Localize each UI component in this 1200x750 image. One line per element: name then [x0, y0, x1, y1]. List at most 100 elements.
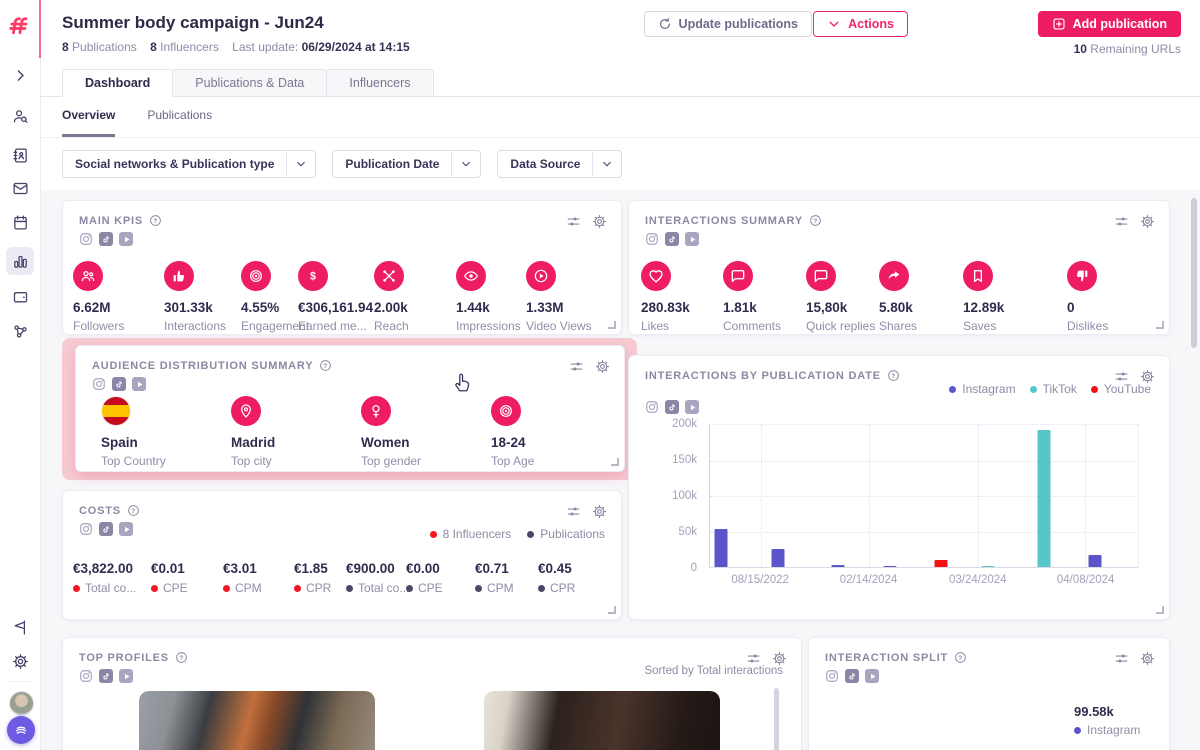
sliders-icon[interactable] — [746, 651, 761, 666]
profile-photo[interactable] — [484, 691, 720, 750]
tab-publications-data[interactable]: Publications & Data — [172, 69, 328, 97]
profile-photo[interactable] — [139, 691, 375, 750]
kpi-interactions: 301.33k Interactions — [164, 261, 226, 333]
youtube-icon[interactable] — [865, 669, 879, 683]
chevron-down-icon — [592, 151, 621, 177]
tiktok-icon[interactable] — [112, 377, 126, 391]
instagram-icon[interactable] — [92, 377, 106, 391]
tiktok-icon[interactable] — [665, 400, 679, 414]
resize-handle[interactable] — [611, 458, 619, 466]
help-icon[interactable] — [149, 214, 162, 227]
cost-total-publications: €900.00 Total co... — [346, 561, 410, 595]
chart-bar-instagram[interactable] — [883, 565, 897, 567]
tiktok-icon[interactable] — [99, 669, 113, 683]
filter-data-source[interactable]: Data Source — [497, 150, 623, 178]
chart-bar-instagram[interactable] — [831, 564, 845, 567]
network-filter-icons — [79, 522, 133, 536]
card-scrollbar[interactable] — [774, 688, 779, 750]
kpi-dislikes: 0 Dislikes — [1067, 261, 1108, 333]
resize-handle[interactable] — [1156, 321, 1164, 329]
page-scrollbar[interactable] — [1191, 198, 1197, 348]
sidebar-influencer-search-icon[interactable] — [6, 102, 34, 130]
resize-handle[interactable] — [608, 321, 616, 329]
instagram-icon[interactable] — [825, 669, 839, 683]
chart-legend-item[interactable]: Instagram — [949, 382, 1016, 396]
actions-button[interactable]: Actions — [813, 11, 908, 37]
sidebar-expand-icon[interactable] — [6, 61, 34, 89]
chart-legend-item[interactable]: YouTube — [1090, 382, 1151, 396]
subtab-overview[interactable]: Overview — [62, 108, 116, 137]
gear-icon[interactable] — [595, 359, 610, 374]
gear-icon[interactable] — [1140, 651, 1155, 666]
sidebar-mail-icon[interactable] — [6, 174, 34, 202]
sidebar-reports-icon[interactable] — [6, 247, 34, 275]
gear-icon[interactable] — [1140, 214, 1155, 229]
chat-widget-button[interactable] — [7, 716, 35, 744]
tiktok-icon[interactable] — [665, 232, 679, 246]
youtube-icon[interactable] — [119, 522, 133, 536]
update-publications-button[interactable]: Update publications — [643, 11, 812, 37]
chart-bar-instagram[interactable] — [714, 528, 728, 567]
help-icon[interactable] — [954, 651, 967, 664]
instagram-icon[interactable] — [79, 522, 93, 536]
chart-bar-instagram[interactable] — [1088, 555, 1102, 567]
youtube-icon[interactable] — [132, 377, 146, 391]
instagram-icon[interactable] — [79, 669, 93, 683]
instagram-icon[interactable] — [79, 232, 93, 246]
resize-handle[interactable] — [608, 606, 616, 614]
tiktok-icon[interactable] — [845, 669, 859, 683]
chart-bar-instagram[interactable] — [771, 549, 785, 567]
network-filter-icons — [92, 377, 146, 391]
add-publication-button[interactable]: Add publication — [1037, 11, 1181, 37]
chart-bar-tiktok[interactable] — [981, 565, 995, 567]
help-icon[interactable] — [319, 359, 332, 372]
filter-publication-date[interactable]: Publication Date — [332, 150, 482, 178]
sliders-icon[interactable] — [569, 359, 584, 374]
dollar-icon — [298, 261, 328, 291]
y-tick-label: 200k — [672, 418, 697, 430]
dashboard-content: MAIN KPIS 6.62M Followers 301.33k Interact… — [40, 190, 1200, 750]
help-icon[interactable] — [127, 504, 140, 517]
costs-card: COSTS 8 Influencers Publications €3,822.… — [62, 490, 622, 620]
help-icon[interactable] — [175, 651, 188, 664]
share-icon — [879, 261, 909, 291]
sliders-icon[interactable] — [566, 214, 581, 229]
sliders-icon[interactable] — [1114, 214, 1129, 229]
gear-icon[interactable] — [772, 651, 787, 666]
youtube-icon[interactable] — [119, 232, 133, 246]
app-logo[interactable] — [7, 14, 33, 44]
instagram-icon[interactable] — [645, 400, 659, 414]
filter-social-networks[interactable]: Social networks & Publication type — [62, 150, 317, 178]
play-icon — [526, 261, 556, 291]
youtube-icon[interactable] — [119, 669, 133, 683]
last-update-label: Last update: — [232, 40, 299, 54]
chart-bar-youtube[interactable] — [934, 559, 948, 567]
gear-icon[interactable] — [592, 504, 607, 519]
tab-dashboard[interactable]: Dashboard — [62, 69, 174, 97]
resize-handle[interactable] — [1156, 606, 1164, 614]
spain-flag-icon — [101, 396, 131, 426]
chart-legend-item[interactable]: TikTok — [1029, 382, 1077, 396]
tiktok-icon[interactable] — [99, 522, 113, 536]
youtube-icon[interactable] — [685, 232, 699, 246]
help-icon[interactable] — [887, 369, 900, 382]
gear-icon[interactable] — [592, 214, 607, 229]
sidebar-wallet-icon[interactable] — [6, 282, 34, 310]
tab-influencers[interactable]: Influencers — [326, 69, 434, 97]
tiktok-icon[interactable] — [99, 232, 113, 246]
help-icon[interactable] — [809, 214, 822, 227]
x-tick-label: 02/14/2024 — [839, 574, 898, 586]
kpi-likes: 280.83k Likes — [641, 261, 690, 333]
sidebar-calendar-icon[interactable] — [6, 208, 34, 236]
sidebar-announcements-icon[interactable] — [6, 613, 34, 641]
chart-bar-tiktok[interactable] — [1037, 430, 1051, 567]
user-avatar[interactable] — [9, 691, 34, 716]
youtube-icon[interactable] — [685, 400, 699, 414]
instagram-icon[interactable] — [645, 232, 659, 246]
subtab-publications[interactable]: Publications — [147, 108, 212, 137]
sliders-icon[interactable] — [566, 504, 581, 519]
sidebar-settings-icon[interactable] — [6, 647, 34, 675]
sidebar-contacts-icon[interactable] — [6, 141, 34, 169]
sidebar-integrations-icon[interactable] — [6, 317, 34, 345]
sliders-icon[interactable] — [1114, 651, 1129, 666]
